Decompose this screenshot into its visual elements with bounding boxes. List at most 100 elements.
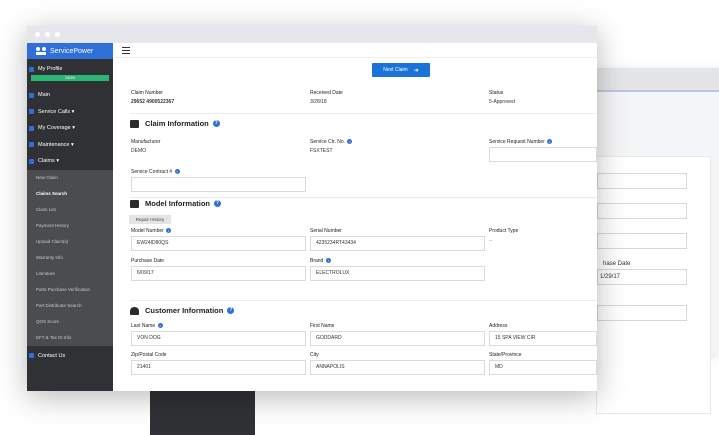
info-icon[interactable]: i — [157, 323, 163, 328]
sidebar: ServicePower My Profile 100% Main Servic… — [27, 43, 113, 391]
next-claim-label: Next Claim — [383, 67, 408, 73]
sidebar-item-label: My Profile — [38, 66, 63, 72]
help-icon[interactable]: ? — [214, 200, 221, 207]
background-input — [597, 233, 687, 249]
first-name-label: First Name — [310, 323, 335, 329]
home-icon — [29, 92, 34, 98]
service-request-number-input[interactable] — [489, 147, 597, 162]
claim-detail-content: Next Claim ➜ Claim Number 29652 49005223… — [113, 58, 597, 391]
info-icon[interactable]: i — [547, 139, 553, 144]
sidebar-item-maintenance[interactable]: Maintenance ▾ — [27, 137, 113, 154]
purchase-date-value: 6/09/17 — [137, 270, 154, 276]
model-number-input[interactable]: EW24ID80QS — [131, 236, 306, 251]
section-divider — [130, 300, 597, 301]
purchase-date-input[interactable]: 6/09/17 — [131, 266, 306, 281]
claim-information-title: Claim Information — [145, 119, 209, 128]
window-close-dot[interactable] — [35, 32, 40, 37]
info-icon[interactable]: i — [325, 258, 331, 263]
zip-label: Zip/Postal Code — [131, 352, 167, 358]
background-window-bar — [596, 68, 719, 92]
submenu-item-claim-list[interactable]: Claim List — [27, 202, 113, 218]
submenu-item-parts-purchase-verification[interactable]: Parts Purchase Verification — [27, 282, 113, 298]
serial-number-value: 4235234RT43434 — [316, 240, 356, 246]
info-icon[interactable]: i — [174, 169, 180, 174]
service-request-label: Service Request Number i — [489, 139, 553, 145]
brand-label-text: Brand — [310, 258, 324, 264]
submenu-item-payment-history[interactable]: Payment History — [27, 218, 113, 234]
first-name-input[interactable]: GODDARD — [310, 331, 485, 346]
background-window: hase Date 1/29/17 — [596, 68, 719, 414]
product-type-label: Product Type — [489, 228, 519, 234]
background-form: hase Date 1/29/17 — [596, 156, 711, 414]
submenu-item-qos-score[interactable]: QOS Score — [27, 314, 113, 330]
repair-history-button[interactable]: Repair History — [129, 215, 171, 224]
customer-information-heading: Customer Information ? — [130, 306, 235, 315]
submenu-item-new-claim[interactable]: New Claim — [27, 170, 113, 186]
claim-information-heading: Claim Information ? — [130, 119, 220, 128]
top-bar — [113, 43, 597, 58]
background-input — [597, 173, 687, 189]
sidebar-item-label: Main — [38, 92, 50, 99]
section-divider — [130, 197, 597, 198]
profile-progress-text: 100% — [64, 75, 76, 80]
brand-label: Brand i — [310, 258, 331, 264]
manufacturer-value: DEMO — [131, 148, 146, 154]
info-icon[interactable]: i — [166, 228, 172, 233]
background-purchase-date-input: 1/29/17 — [597, 269, 687, 285]
sidebar-item-label: Maintenance ▾ — [38, 141, 74, 148]
next-claim-button[interactable]: Next Claim ➜ — [372, 63, 430, 77]
service-contract-input[interactable] — [131, 177, 306, 192]
customer-information-title: Customer Information — [145, 306, 224, 315]
sidebar-item-my-coverage[interactable]: My Coverage ▾ — [27, 120, 113, 137]
city-input[interactable]: ANNAPOLIS — [310, 360, 485, 375]
received-date-value: 3/28/18 — [310, 99, 327, 105]
service-ctr-value: FSXTEST — [310, 148, 333, 154]
submenu-item-eft-tax-id-info[interactable]: EFT & Tax ID Info — [27, 330, 113, 346]
app-window: ServicePower My Profile 100% Main Servic… — [27, 26, 597, 391]
purchase-date-label: Purchase Date — [131, 258, 165, 264]
sidebar-item-label: Claims ▾ — [38, 158, 60, 165]
window-maximize-dot[interactable] — [55, 32, 60, 37]
status-label: Status — [489, 90, 504, 96]
received-date-label: Received Date — [310, 90, 343, 96]
service-contract-label: Service Contract # i — [131, 169, 180, 175]
submenu-item-upload-claims[interactable]: Upload Claim(s) — [27, 234, 113, 250]
submenu-item-part-distributor-search[interactable]: Part Distributor Search — [27, 298, 113, 314]
model-number-label-text: Model Number — [131, 228, 164, 234]
model-information-heading: Model Information ? — [130, 199, 221, 208]
submenu-item-literature[interactable]: Literature — [27, 266, 113, 282]
address-value: 15 SPA VIEW CIR — [495, 335, 536, 341]
hamburger-menu-icon[interactable] — [122, 47, 130, 54]
person-icon — [130, 306, 139, 315]
sidebar-item-claims[interactable]: Claims ▾ — [27, 153, 113, 170]
sidebar-item-service-calls[interactable]: Service Calls ▾ — [27, 104, 113, 121]
wrench-icon — [29, 109, 34, 115]
sidebar-item-contact-us[interactable]: Contact Us — [27, 348, 113, 365]
help-icon[interactable]: ? — [212, 120, 220, 127]
brand-name: ServicePower — [50, 47, 94, 55]
sidebar-item-main[interactable]: Main — [27, 87, 113, 104]
list-icon — [29, 158, 34, 164]
address-label: Address — [489, 323, 508, 329]
globe-icon — [29, 125, 34, 131]
model-number-label: Model Number i — [131, 228, 172, 234]
window-minimize-dot[interactable] — [45, 32, 50, 37]
last-name-label-text: Last Name — [131, 323, 156, 329]
state-input[interactable]: MD — [489, 360, 597, 375]
background-input — [597, 305, 687, 321]
city-label: City — [310, 352, 319, 358]
brand-header[interactable]: ServicePower — [27, 43, 113, 59]
brand-input[interactable]: ELECTROLUX — [310, 266, 485, 281]
last-name-input[interactable]: VON DOG — [131, 331, 306, 346]
sidebar-item-my-profile[interactable]: My Profile — [27, 63, 113, 75]
address-input[interactable]: 15 SPA VIEW CIR — [489, 331, 597, 346]
submenu-item-warranty-info[interactable]: Warranty Info — [27, 250, 113, 266]
first-name-value: GODDARD — [316, 335, 342, 341]
submenu-item-claims-search[interactable]: Claims Search — [27, 186, 113, 202]
serial-number-input[interactable]: 4235234RT43434 — [310, 236, 485, 251]
zip-input[interactable]: 21401 — [131, 360, 306, 375]
help-icon[interactable]: ? — [227, 307, 235, 314]
inbox-icon — [130, 119, 139, 128]
info-icon[interactable]: i — [347, 139, 353, 144]
window-titlebar — [27, 26, 597, 43]
